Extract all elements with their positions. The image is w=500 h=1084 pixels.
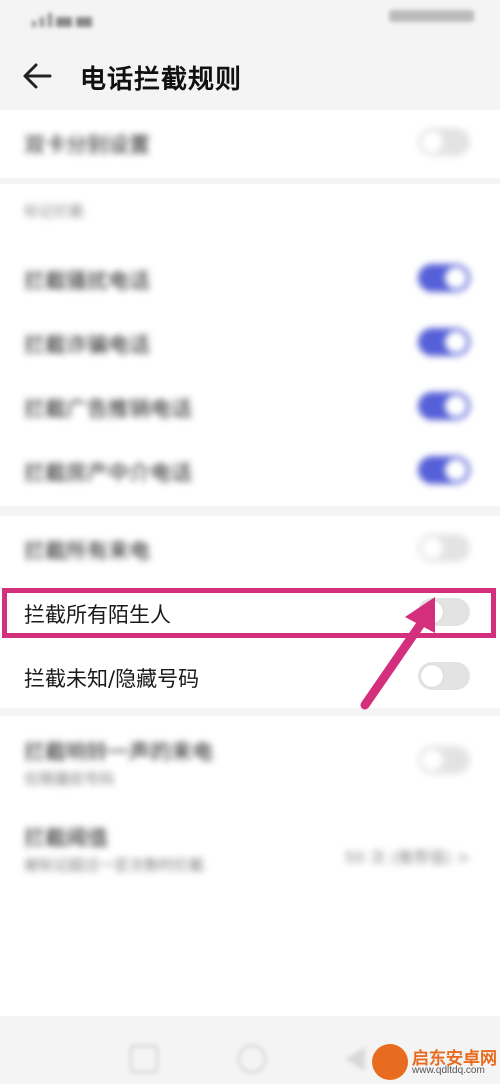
block-ads-row[interactable]: 拦截广告推销电话 [0,374,500,438]
block-all-calls-toggle[interactable] [418,534,470,562]
block-realestate-toggle[interactable] [418,456,470,484]
watermark-logo: 启东安卓网 www.qdltdq.com [364,1044,500,1084]
ring-once-sublabel: 仅限骚扰号码 [24,770,115,788]
block-fraud-row[interactable]: 拦截诈骗电话 [0,310,500,374]
page-title: 电话拦截规则 [80,65,243,95]
block-harassment-toggle[interactable] [418,264,470,292]
ring-once-toggle[interactable] [418,746,470,774]
advanced-card: 拦截响铃一声的来电 仅限骚扰号码 拦截阈值 被标记超过一定次数时拦截 50 次 … [0,716,500,1016]
block-unknown-label: 拦截未知/隐藏号码 [24,667,200,691]
block-harassment-label: 拦截骚扰电话 [24,269,150,293]
back-arrow-icon[interactable] [20,58,56,94]
block-all-calls-row[interactable]: 拦截所有来电 [0,516,500,580]
block-harassment-row[interactable]: 拦截骚扰电话 [0,246,500,310]
ring-once-row[interactable]: 拦截响铃一声的来电 仅限骚扰号码 [0,716,500,798]
home-icon[interactable] [238,1045,266,1073]
threshold-value: 50 次 (推荐值) > [344,848,470,867]
dual-sim-toggle[interactable] [418,128,470,156]
block-all-calls-label: 拦截所有来电 [24,539,150,563]
mark-block-header: 标记拦截 [24,202,85,220]
mark-block-card: 标记拦截 拦截骚扰电话 拦截诈骗电话 拦截广告推销电话 拦截房产中介电话 [0,184,500,506]
dual-sim-card: 双卡分别设置 [0,110,500,178]
status-bar [0,0,500,40]
threshold-label: 拦截阈值 [24,826,108,850]
app-bar: 电话拦截规则 [0,40,500,110]
signal-icon [32,8,102,27]
ring-once-label: 拦截响铃一声的来电 [24,740,213,764]
watermark-url: www.qdltdq.com [412,1065,485,1076]
block-realestate-row[interactable]: 拦截房产中介电话 [0,438,500,502]
dual-sim-label: 双卡分别设置 [24,133,150,157]
block-fraud-toggle[interactable] [418,328,470,356]
block-realestate-label: 拦截房产中介电话 [24,461,192,485]
brand-logo-icon [372,1044,408,1080]
block-ads-label: 拦截广告推销电话 [24,397,192,421]
recent-apps-icon[interactable] [130,1045,158,1073]
block-fraud-label: 拦截诈骗电话 [24,333,150,357]
pointer-arrow-icon [360,597,435,710]
dual-sim-row[interactable]: 双卡分别设置 [0,110,500,174]
threshold-row[interactable]: 拦截阈值 被标记超过一定次数时拦截 50 次 (推荐值) > [0,812,500,894]
battery-clock [389,10,474,22]
back-nav-icon[interactable] [345,1047,365,1071]
threshold-sublabel: 被标记超过一定次数时拦截 [24,856,205,874]
block-ads-toggle[interactable] [418,392,470,420]
